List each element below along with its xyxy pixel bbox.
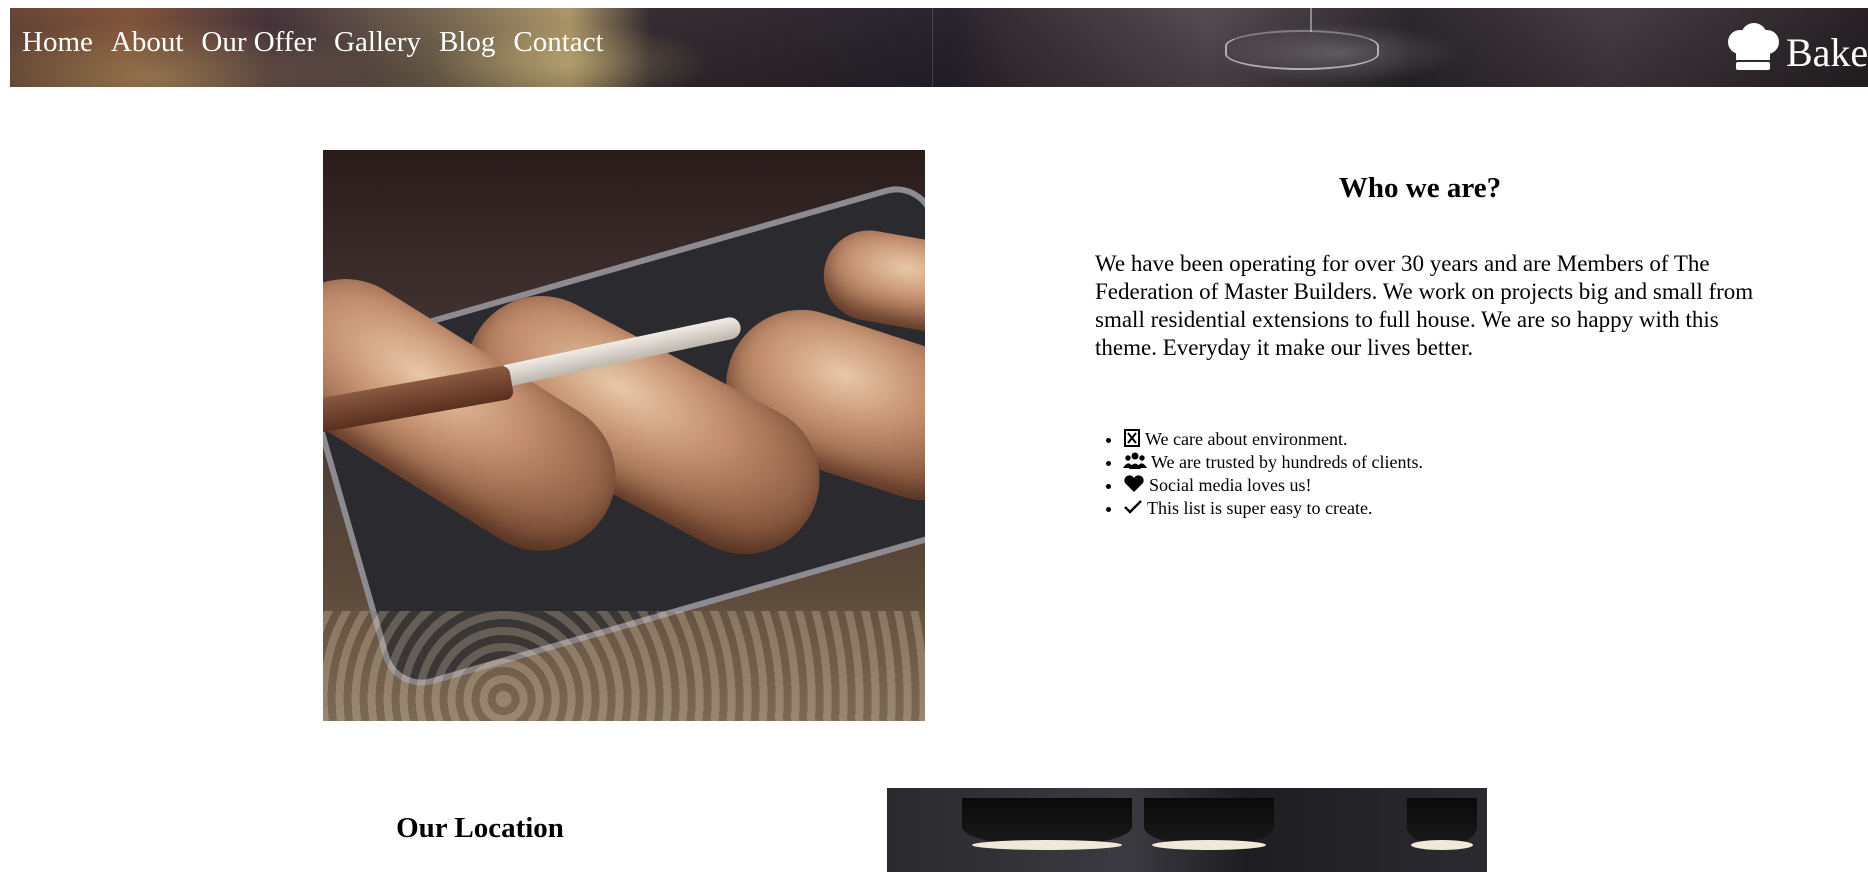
about-text: We have been operating for over 30 years…: [1095, 251, 1754, 360]
chef-hat-icon: [1724, 22, 1782, 84]
table-cloth: [323, 611, 925, 721]
pendant-lamp: [1407, 798, 1477, 850]
feature-list: We care about environment. We are truste…: [1099, 428, 1423, 520]
bread-photo: [323, 150, 925, 721]
header-banner: Home About Our Offer Gallery Blog Contac…: [10, 8, 1868, 87]
banner-divider: [932, 8, 933, 87]
check-icon: [1123, 498, 1143, 516]
box-x-icon: [1123, 429, 1141, 447]
users-icon: [1123, 452, 1147, 470]
nav-home[interactable]: Home: [22, 24, 93, 60]
brand-name: Baker: [1786, 30, 1868, 75]
feature-item: Social media loves us!: [1123, 474, 1423, 497]
about-title: Who we are?: [1338, 172, 1502, 204]
heart-icon: [1123, 475, 1145, 493]
nav-about[interactable]: About: [111, 24, 184, 60]
nav-gallery[interactable]: Gallery: [334, 24, 421, 60]
feature-label: This list is super easy to create.: [1147, 498, 1373, 518]
feature-item: We care about environment.: [1123, 428, 1423, 451]
nav-our-offer[interactable]: Our Offer: [201, 24, 316, 60]
feature-label: We are trusted by hundreds of clients.: [1151, 452, 1423, 472]
lamp-wire: [1310, 8, 1312, 32]
nav-blog[interactable]: Blog: [439, 24, 495, 60]
location-title: Our Location: [396, 812, 564, 844]
pendant-lamp: [1144, 798, 1274, 850]
nav-contact[interactable]: Contact: [513, 24, 603, 60]
feature-item: This list is super easy to create.: [1123, 497, 1423, 520]
pendant-lamp: [962, 798, 1132, 850]
shop-photo: [887, 788, 1487, 872]
feature-label: We care about environment.: [1145, 429, 1348, 449]
brand-logo[interactable]: Baker: [1720, 22, 1868, 84]
feature-item: We are trusted by hundreds of clients.: [1123, 451, 1423, 474]
feature-label: Social media loves us!: [1149, 475, 1312, 495]
banner-lamp: [1225, 30, 1379, 70]
main-nav: Home About Our Offer Gallery Blog Contac…: [22, 24, 604, 60]
